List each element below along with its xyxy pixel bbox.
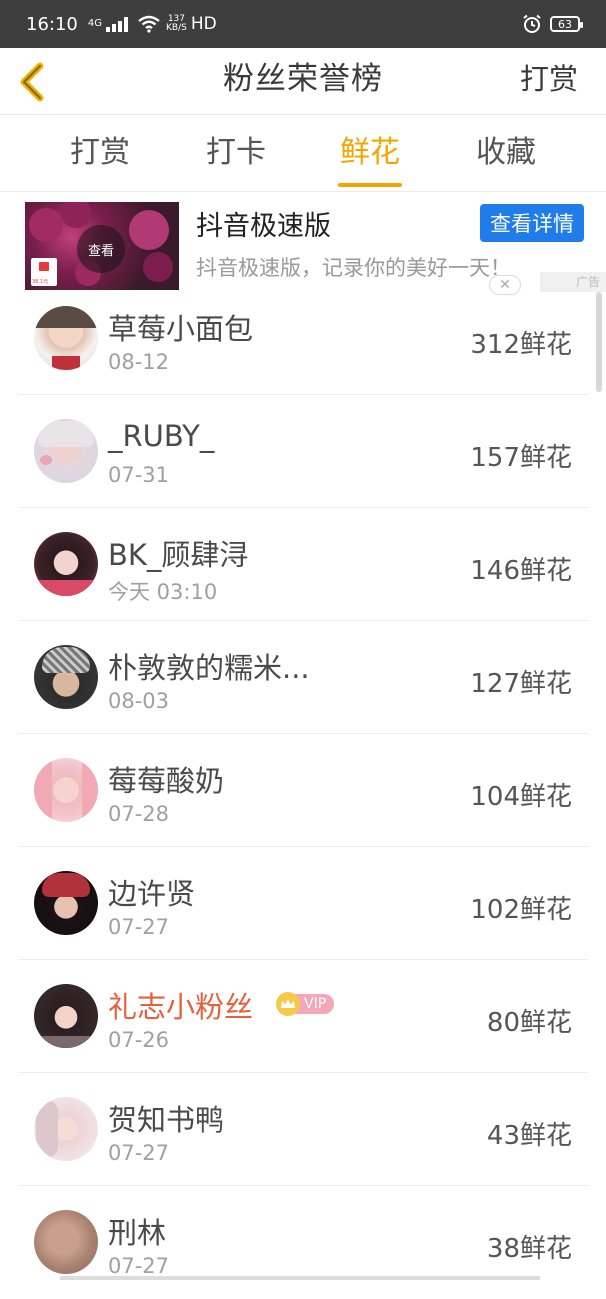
network-speed: 137 KB/S	[166, 15, 187, 33]
fan-name: _RUBY_	[108, 419, 215, 453]
fan-name: 草莓小面包	[108, 312, 254, 346]
vip-label: VIP	[294, 994, 335, 1014]
fan-name: 朴敦敦的糯米...	[108, 651, 310, 685]
bottom-indicator	[60, 1276, 540, 1280]
flower-count: 157鲜花	[470, 443, 572, 473]
reward-button[interactable]: 打赏	[520, 48, 578, 114]
fan-date: 08-03	[108, 689, 170, 713]
fan-name: 莓莓酸奶	[108, 764, 225, 798]
avatar[interactable]	[34, 871, 98, 935]
speed-unit: KB/S	[166, 23, 187, 33]
fan-date: 今天 03:10	[108, 580, 218, 604]
flower-count: 38鲜花	[486, 1234, 572, 1264]
list-item[interactable]: 礼志小粉丝 VIP 07-26 80鲜花	[0, 960, 606, 1073]
flower-count: 146鲜花	[470, 556, 572, 586]
network-type: 4G	[87, 18, 102, 29]
fan-name-text: 礼志小粉丝	[108, 990, 254, 1024]
fan-date: 08-12	[108, 350, 170, 374]
fan-name: 刑林	[108, 1216, 167, 1250]
ad-title[interactable]: 抖音极速版	[196, 204, 331, 243]
avatar[interactable]	[34, 984, 98, 1048]
flower-count: 102鲜花	[470, 895, 572, 925]
battery-level: 63	[558, 17, 572, 31]
battery-icon: 63	[550, 16, 583, 32]
tab-bar: 打赏 打卡 鲜花 收藏	[0, 115, 606, 192]
avatar[interactable]	[34, 532, 98, 596]
status-bar: 16:10 4G 137 KB/S HD 63	[0, 0, 606, 48]
crown-icon	[276, 992, 300, 1016]
back-button[interactable]	[14, 60, 54, 104]
list-item[interactable]: BK_顾肆浔 今天 03:10 146鲜花	[0, 508, 606, 621]
ad-details-button[interactable]: 查看详情	[480, 204, 584, 242]
ad-label: 广告	[540, 272, 606, 292]
tab-reward[interactable]: 打赏	[34, 115, 166, 191]
fan-name: 边许贤	[108, 877, 196, 911]
ad-view-badge: 查看	[77, 225, 125, 273]
avatar[interactable]	[34, 1097, 98, 1161]
tab-favorites[interactable]: 收藏	[440, 115, 572, 191]
fan-name: 礼志小粉丝 VIP	[108, 984, 335, 1026]
avatar[interactable]	[34, 1210, 98, 1274]
list-item[interactable]: 刑林 07-27 38鲜花	[0, 1186, 606, 1299]
ad-description: 抖音极速版，记录你的美好一天！	[196, 256, 511, 280]
flower-count: 80鲜花	[486, 1008, 572, 1038]
wifi-icon	[138, 15, 160, 33]
avatar[interactable]	[34, 306, 98, 370]
avatar[interactable]	[34, 645, 98, 709]
flower-count: 43鲜花	[486, 1121, 572, 1151]
signal-icon	[106, 16, 128, 32]
list-item[interactable]: _RUBY_ 07-31 157鲜花	[0, 395, 606, 508]
fan-date: 07-28	[108, 802, 170, 826]
ad-thumbnail[interactable]: 查看 38.1元	[25, 202, 179, 290]
tab-flowers[interactable]: 鲜花	[304, 115, 436, 191]
header: 粉丝荣誉榜 打赏	[0, 48, 606, 115]
tab-checkin[interactable]: 打卡	[170, 115, 302, 191]
list-item[interactable]: 草莓小面包 08-12 312鲜花	[0, 282, 606, 395]
hd-indicator: HD	[190, 14, 217, 34]
vip-badge: VIP	[276, 992, 335, 1016]
alarm-icon	[523, 14, 541, 33]
avatar[interactable]	[34, 758, 98, 822]
status-time: 16:10	[26, 13, 78, 35]
flower-count: 312鲜花	[470, 330, 572, 360]
flower-count: 104鲜花	[470, 782, 572, 812]
page-title: 粉丝荣誉榜	[223, 61, 383, 97]
fan-date: 07-31	[108, 463, 170, 487]
flower-count: 127鲜花	[470, 669, 572, 699]
ad-close-button[interactable]: ✕	[489, 275, 521, 295]
fan-name: 贺知书鸭	[108, 1103, 225, 1137]
fan-name: BK_顾肆浔	[108, 538, 249, 572]
avatar[interactable]	[34, 419, 98, 483]
fan-date: 07-27	[108, 1141, 170, 1165]
ranking-list: 草莓小面包 08-12 312鲜花 _RUBY_ 07-31 157鲜花 BK_…	[0, 282, 606, 1299]
fan-date: 07-27	[108, 1254, 170, 1278]
list-item[interactable]: 朴敦敦的糯米... 08-03 127鲜花	[0, 621, 606, 734]
scrollbar[interactable]	[596, 292, 602, 392]
list-item[interactable]: 贺知书鸭 07-27 43鲜花	[0, 1073, 606, 1186]
fan-date: 07-26	[108, 1028, 170, 1052]
fan-date: 07-27	[108, 915, 170, 939]
list-item[interactable]: 边许贤 07-27 102鲜花	[0, 847, 606, 960]
list-item[interactable]: 莓莓酸奶 07-28 104鲜花	[0, 734, 606, 847]
